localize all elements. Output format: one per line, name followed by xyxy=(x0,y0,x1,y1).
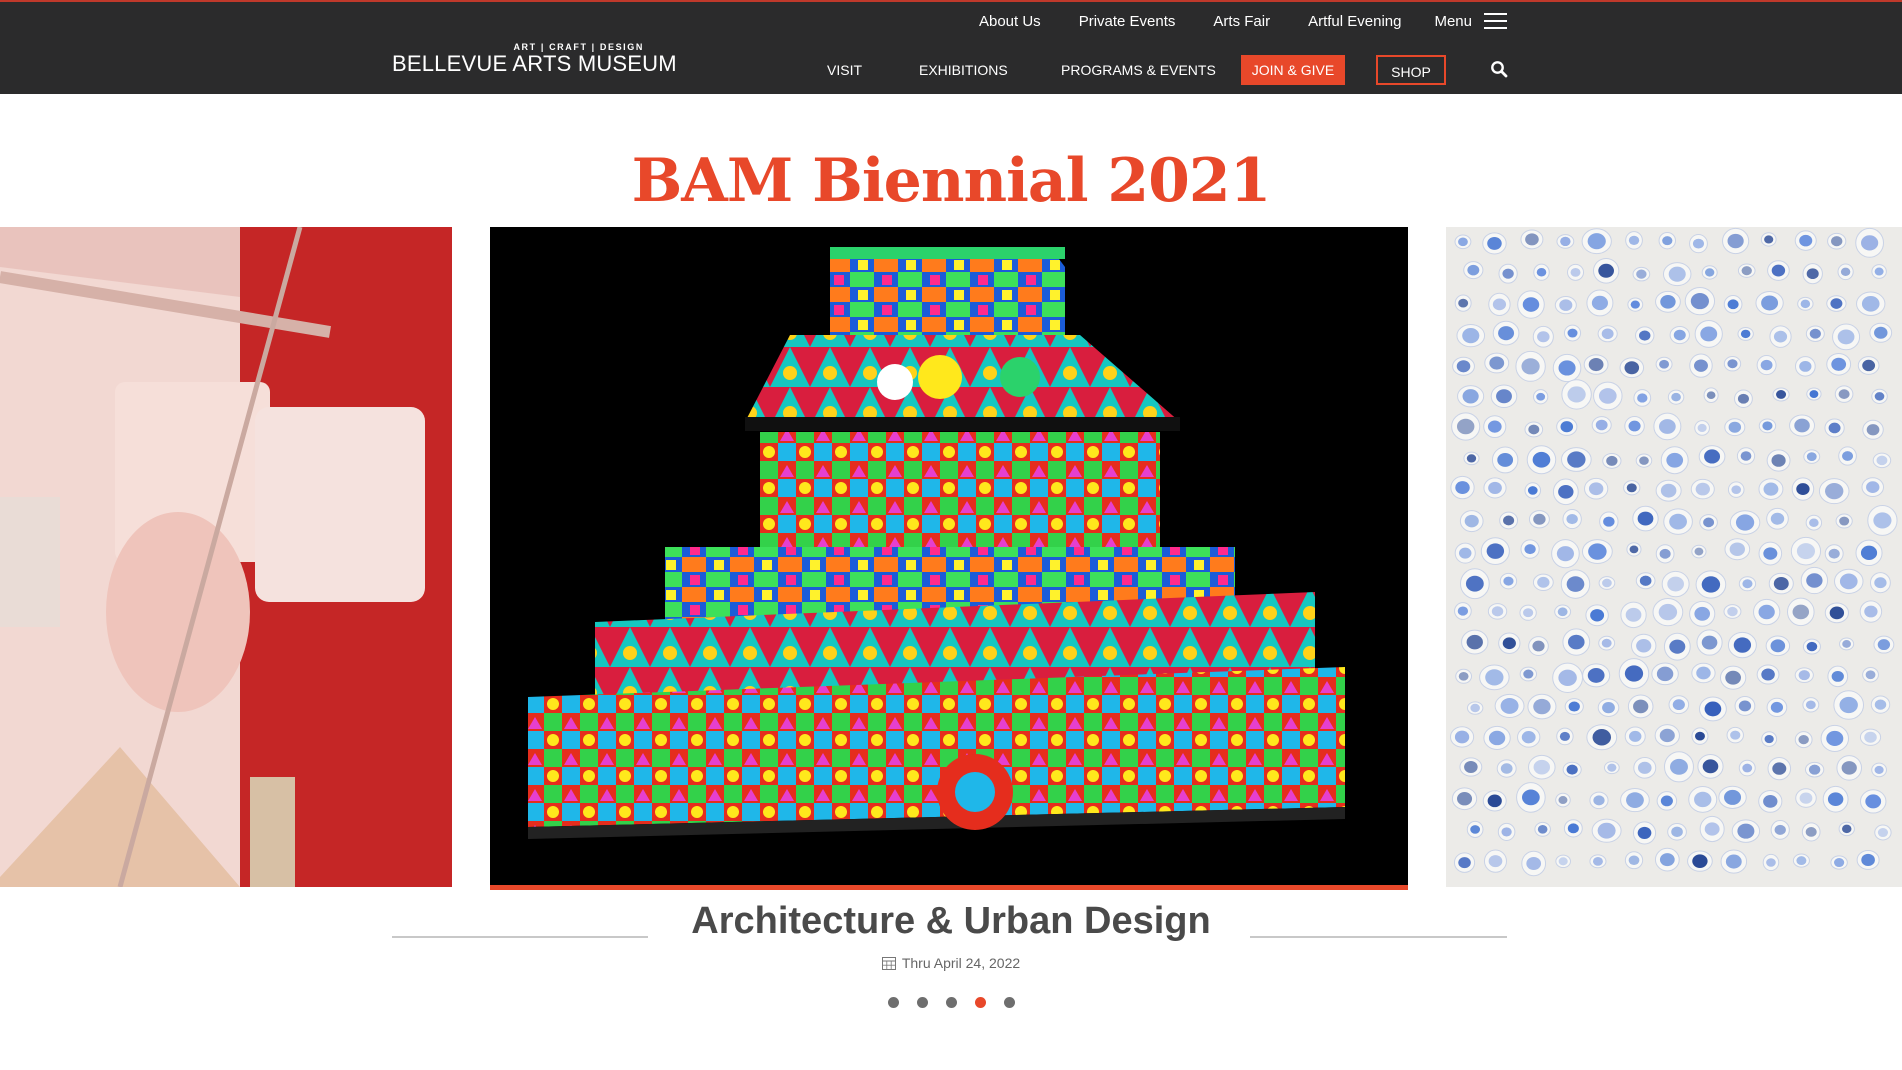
sculpture-image xyxy=(0,227,452,887)
carousel-dot[interactable] xyxy=(887,997,899,1008)
carousel-dot[interactable] xyxy=(945,997,957,1008)
active-slide-underline xyxy=(490,885,1408,890)
carousel-next-slide[interactable] xyxy=(1446,227,1902,887)
hamburger-icon xyxy=(1484,13,1507,29)
slide-date-text: Thru April 24, 2022 xyxy=(901,955,1021,971)
utility-link-private-events[interactable]: Private Events xyxy=(1079,13,1176,30)
carousel-current-slide[interactable] xyxy=(490,227,1408,887)
main-nav: VISIT EXHIBITIONS PROGRAMS & EVENTS JOIN… xyxy=(0,55,1902,85)
utility-link-artful-evening[interactable]: Artful Evening xyxy=(1308,13,1401,30)
nav-exhibitions[interactable]: EXHIBITIONS xyxy=(919,55,1008,85)
shop-button[interactable]: SHOP xyxy=(1376,55,1446,85)
site-header: About Us Private Events Arts Fair Artful… xyxy=(0,0,1902,94)
carousel-dot[interactable] xyxy=(974,997,986,1008)
page-title: BAM Biennial 2021 xyxy=(631,146,1272,216)
utility-link-about-us[interactable]: About Us xyxy=(979,13,1041,30)
utility-nav: About Us Private Events Arts Fair Artful… xyxy=(941,10,1507,32)
carousel-pagination xyxy=(0,997,1902,1008)
carousel-dot[interactable] xyxy=(916,997,928,1008)
calendar-icon xyxy=(881,956,896,970)
menu-label: Menu xyxy=(1434,12,1472,30)
utility-link-arts-fair[interactable]: Arts Fair xyxy=(1213,13,1270,30)
join-give-button[interactable]: JOIN & GIVE xyxy=(1241,55,1345,85)
search-icon[interactable] xyxy=(1490,60,1508,78)
artwork-pyramid-image xyxy=(490,227,1408,887)
slide-date: Thru April 24, 2022 xyxy=(0,955,1902,971)
nav-programs-events[interactable]: PROGRAMS & EVENTS xyxy=(1061,55,1216,85)
nav-visit[interactable]: VISIT xyxy=(827,55,862,85)
porcelain-plates-image xyxy=(1446,227,1902,887)
carousel-dot[interactable] xyxy=(1003,997,1015,1008)
menu-button[interactable]: Menu xyxy=(1434,13,1507,30)
slide-title[interactable]: Architecture & Urban Design xyxy=(0,900,1902,943)
carousel-prev-slide[interactable] xyxy=(0,227,452,887)
